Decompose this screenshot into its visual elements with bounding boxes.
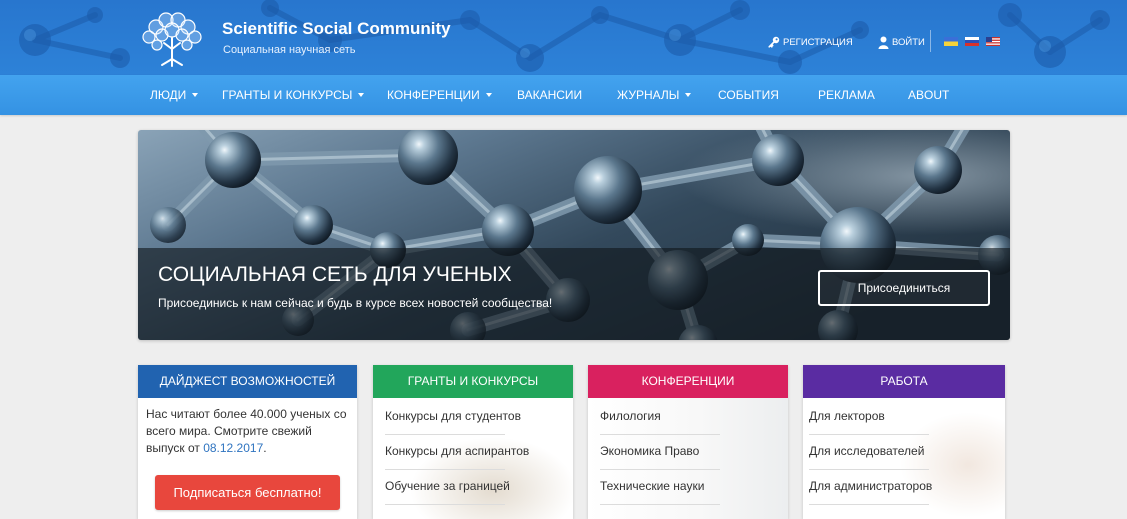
register-link[interactable]: РЕГИСТРАЦИЯ xyxy=(768,33,853,51)
chevron-down-icon xyxy=(485,92,492,97)
usa-flag-icon[interactable] xyxy=(986,37,1000,46)
site-header: Scientific Social Community Социальная н… xyxy=(0,0,1127,75)
divider xyxy=(809,434,929,435)
list-item: Для администраторов xyxy=(809,476,932,511)
list-item: Экономика Право xyxy=(600,441,720,476)
nav-label: ЖУРНАЛЫ xyxy=(617,88,680,102)
list-item: Конкурсы для студентов xyxy=(385,406,529,441)
divider xyxy=(385,469,505,470)
grants-link[interactable]: Конкурсы для аспирантов xyxy=(385,441,529,461)
chevron-down-icon xyxy=(358,92,365,97)
list-item: Для лекторов xyxy=(809,406,932,441)
grants-list: Конкурсы для студентов Конкурсы для аспи… xyxy=(385,406,529,511)
grants-link[interactable]: Конкурсы для студентов xyxy=(385,406,529,426)
list-item: Филология xyxy=(600,406,720,441)
register-label: РЕГИСТРАЦИЯ xyxy=(783,36,853,48)
divider xyxy=(385,434,505,435)
list-item: Технические науки xyxy=(600,476,720,511)
login-link[interactable]: ВОЙТИ xyxy=(878,33,925,51)
nav-label: ЛЮДИ xyxy=(150,88,187,102)
chevron-down-icon xyxy=(685,92,692,97)
divider xyxy=(809,469,929,470)
job-link[interactable]: Для администраторов xyxy=(809,476,932,496)
jobs-card: РАБОТА Для лекторов Для исследователей Д… xyxy=(803,365,1005,519)
nav-item-grants[interactable]: ГРАНТЫ И КОНКУРСЫ xyxy=(222,75,365,115)
digest-description: Нас читают более 40.000 ученых со всего … xyxy=(146,406,347,457)
hero-subtitle: Присоединись к нам сейчас и будь в курсе… xyxy=(158,296,553,310)
divider xyxy=(600,504,720,505)
divider xyxy=(809,504,929,505)
hero-banner: СОЦИАЛЬНАЯ СЕТЬ ДЛЯ УЧЕНЫХ Присоединись … xyxy=(138,130,1010,340)
nav-label: ГРАНТЫ И КОНКУРСЫ xyxy=(222,88,353,102)
grants-link[interactable]: Обучение за границей xyxy=(385,476,529,496)
header-divider xyxy=(930,30,931,52)
job-link[interactable]: Для лекторов xyxy=(809,406,932,426)
list-item: Обучение за границей xyxy=(385,476,529,511)
conferences-card-header[interactable]: КОНФЕРЕНЦИИ xyxy=(588,365,788,398)
subscribe-button[interactable]: Подписаться бесплатно! xyxy=(155,475,340,510)
nav-item-vacancies[interactable]: ВАКАНСИИ xyxy=(517,75,582,115)
job-link[interactable]: Для исследователей xyxy=(809,441,932,461)
jobs-list: Для лекторов Для исследователей Для адми… xyxy=(809,406,932,511)
nav-label: ABOUT xyxy=(908,88,950,102)
main-navigation: ЛЮДИ ГРАНТЫ И КОНКУРСЫ КОНФЕРЕНЦИИ ВАКАН… xyxy=(0,75,1127,115)
site-title[interactable]: Scientific Social Community xyxy=(222,19,451,39)
divider xyxy=(385,504,505,505)
nav-label: ВАКАНСИИ xyxy=(517,88,583,102)
nav-item-people[interactable]: ЛЮДИ xyxy=(150,75,199,115)
jobs-card-header[interactable]: РАБОТА xyxy=(803,365,1005,398)
tree-logo-icon[interactable] xyxy=(136,9,208,67)
divider xyxy=(600,469,720,470)
nav-item-journals[interactable]: ЖУРНАЛЫ xyxy=(617,75,692,115)
ukraine-flag-icon[interactable] xyxy=(944,37,958,46)
chevron-down-icon xyxy=(192,92,199,97)
nav-item-conferences[interactable]: КОНФЕРЕНЦИИ xyxy=(387,75,492,115)
digest-card: ДАЙДЖЕСТ ВОЗМОЖНОСТЕЙ Нас читают более 4… xyxy=(138,365,357,519)
conference-link[interactable]: Технические науки xyxy=(600,476,720,496)
site-subtitle: Социальная научная сеть xyxy=(223,44,356,56)
nav-item-about[interactable]: ABOUT xyxy=(908,75,949,115)
digest-text-end: . xyxy=(263,441,267,455)
conference-link[interactable]: Экономика Право xyxy=(600,441,720,461)
login-label: ВОЙТИ xyxy=(892,36,925,48)
nav-item-advertising[interactable]: РЕКЛАМА xyxy=(818,75,875,115)
hero-title: СОЦИАЛЬНАЯ СЕТЬ ДЛЯ УЧЕНЫХ xyxy=(158,263,512,286)
digest-card-header[interactable]: ДАЙДЖЕСТ ВОЗМОЖНОСТЕЙ xyxy=(138,365,357,398)
digest-issue-date-link[interactable]: 08.12.2017 xyxy=(203,441,263,455)
nav-item-events[interactable]: СОБЫТИЯ xyxy=(718,75,779,115)
conferences-list: Филология Экономика Право Технические на… xyxy=(600,406,720,511)
join-button[interactable]: Присоединиться xyxy=(818,270,990,306)
russia-flag-icon[interactable] xyxy=(965,37,979,46)
conference-link[interactable]: Филология xyxy=(600,406,720,426)
grants-card-header[interactable]: ГРАНТЫ И КОНКУРСЫ xyxy=(373,365,573,398)
list-item: Для исследователей xyxy=(809,441,932,476)
user-icon xyxy=(878,36,889,49)
nav-label: КОНФЕРЕНЦИИ xyxy=(387,88,480,102)
divider xyxy=(600,434,720,435)
nav-label: СОБЫТИЯ xyxy=(718,88,779,102)
list-item: Конкурсы для аспирантов xyxy=(385,441,529,476)
conferences-card: КОНФЕРЕНЦИИ Филология Экономика Право Те… xyxy=(588,365,788,519)
grants-card: ГРАНТЫ И КОНКУРСЫ Конкурсы для студентов… xyxy=(373,365,573,519)
nav-label: РЕКЛАМА xyxy=(818,88,875,102)
key-icon xyxy=(768,36,780,48)
